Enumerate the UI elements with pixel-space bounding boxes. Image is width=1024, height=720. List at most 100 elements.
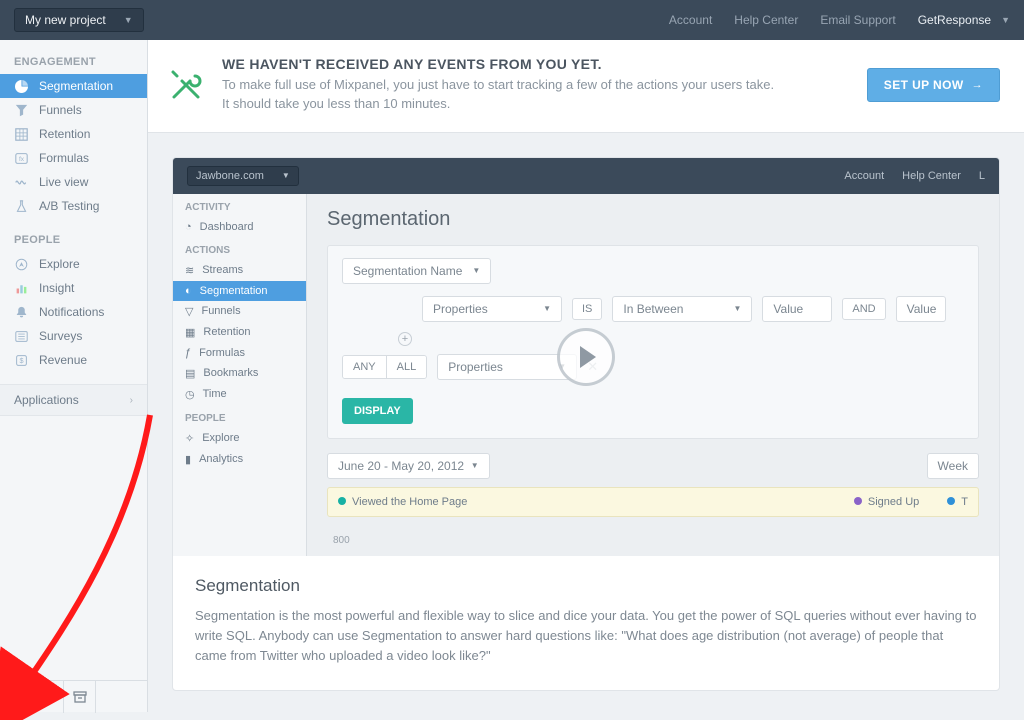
shot-item-time: ◷Time xyxy=(173,384,306,405)
shot-project-select: Jawbone.com ▼ xyxy=(187,166,299,186)
bell-icon xyxy=(14,306,29,319)
stream-icon: ≋ xyxy=(185,264,194,277)
chevron-down-icon: ▼ xyxy=(124,15,133,25)
topbar-right: Account Help Center Email Support GetRes… xyxy=(669,13,1010,27)
gear-icon xyxy=(8,689,24,705)
shot-heading-people: PEOPLE xyxy=(173,405,306,428)
nav-help-center[interactable]: Help Center xyxy=(734,13,798,27)
clock-icon: ◷ xyxy=(185,388,195,401)
sidebar-item-ab-testing[interactable]: A/B Testing xyxy=(0,194,147,218)
flask-icon xyxy=(14,200,29,213)
card-heading: Segmentation xyxy=(195,576,977,596)
shot-nav-account: Account xyxy=(844,170,884,182)
sidebar-item-live-view[interactable]: Live view xyxy=(0,170,147,194)
sidebar-item-label: Notifications xyxy=(39,305,104,319)
sidebar-applications[interactable]: Applications › xyxy=(0,384,147,416)
sidebar-item-surveys[interactable]: Surveys xyxy=(0,324,147,348)
sidebar-item-label: Insight xyxy=(39,281,74,295)
sidebar-heading-people: PEOPLE xyxy=(0,228,147,252)
bookmark-icon: ▤ xyxy=(185,367,195,380)
user-plus-icon xyxy=(40,689,56,705)
shot-heading-actions: ACTIONS xyxy=(173,237,306,260)
shot-seg-name: Segmentation Name▼ xyxy=(342,258,491,284)
grid-icon: ▦ xyxy=(185,326,195,339)
shot-is: IS xyxy=(572,298,602,320)
bars-icon: ▮ xyxy=(185,453,191,466)
topbar: My new project ▼ Account Help Center Ema… xyxy=(0,0,1024,40)
arrow-right-icon: → xyxy=(972,79,983,91)
sidebar-item-retention[interactable]: Retention xyxy=(0,122,147,146)
dollar-icon: $ xyxy=(14,354,29,367)
tools-icon xyxy=(168,67,204,103)
setup-now-button[interactable]: SET UP NOW → xyxy=(867,68,1000,102)
gauge-icon: ◔ xyxy=(185,221,192,233)
sidebar-item-label: Explore xyxy=(39,257,80,271)
shot-item-formulas: ƒFormulas xyxy=(173,343,306,363)
shot-nav-partial: L xyxy=(979,170,985,182)
sidebar-item-label: A/B Testing xyxy=(39,199,99,213)
project-selector[interactable]: My new project ▼ xyxy=(14,8,144,32)
sidebar-item-insight[interactable]: Insight xyxy=(0,276,147,300)
archive-button[interactable] xyxy=(64,681,96,713)
shot-item-funnels: ▽Funnels xyxy=(173,301,306,322)
banner-title: WE HAVEN'T RECEIVED ANY EVENTS FROM YOU … xyxy=(222,56,849,72)
pie-icon xyxy=(14,80,29,93)
shot-nav-help: Help Center xyxy=(902,170,961,182)
compass-icon xyxy=(14,258,29,271)
sidebar-item-formulas[interactable]: fx Formulas xyxy=(0,146,147,170)
settings-button[interactable] xyxy=(0,681,32,713)
shot-main: Segmentation Segmentation Name▼ Properti… xyxy=(307,194,999,556)
add-user-button[interactable] xyxy=(32,681,64,713)
shot-legend: Viewed the Home Page Signed Up T xyxy=(327,487,979,517)
sidebar-item-revenue[interactable]: $ Revenue xyxy=(0,348,147,372)
sidebar-item-notifications[interactable]: Notifications xyxy=(0,300,147,324)
sidebar-item-segmentation[interactable]: Segmentation xyxy=(0,74,147,98)
chevron-right-icon: › xyxy=(130,395,133,406)
shot-title: Segmentation xyxy=(327,208,979,231)
shot-value-1: Value xyxy=(762,296,832,322)
shot-sidebar: ACTIVITY ◔Dashboard ACTIONS ≋Streams ◐Se… xyxy=(173,194,307,556)
bars-icon xyxy=(14,282,29,295)
funnel-icon: ▽ xyxy=(185,305,193,318)
content: WE HAVEN'T RECEIVED ANY EVENTS FROM YOU … xyxy=(148,40,1024,712)
list-icon xyxy=(14,330,29,343)
video-thumbnail: Jawbone.com ▼ Account Help Center L ACTI… xyxy=(173,158,999,556)
sidebar-item-label: Surveys xyxy=(39,329,82,343)
shot-item-streams: ≋Streams xyxy=(173,260,306,281)
shot-date-range: June 20 - May 20, 2012 ▼ xyxy=(327,453,490,479)
shot-item-dashboard: ◔Dashboard xyxy=(173,217,306,237)
grid-icon xyxy=(14,128,29,141)
shot-between: In Between▼ xyxy=(612,296,752,322)
shot-heading-activity: ACTIVITY xyxy=(173,194,306,217)
compass-icon: ✧ xyxy=(185,432,194,445)
archive-icon xyxy=(72,689,88,705)
sidebar-item-label: Funnels xyxy=(39,103,82,117)
setup-banner: WE HAVEN'T RECEIVED ANY EVENTS FROM YOU … xyxy=(148,40,1024,133)
sidebar-item-label: Segmentation xyxy=(39,79,113,93)
shot-item-segmentation: ◐Segmentation xyxy=(173,281,306,301)
svg-text:fx: fx xyxy=(19,155,25,162)
play-button[interactable] xyxy=(557,328,615,386)
nav-email-support[interactable]: Email Support xyxy=(820,13,895,27)
shot-item-retention: ▦Retention xyxy=(173,322,306,343)
sidebar-item-funnels[interactable]: Funnels xyxy=(0,98,147,122)
sidebar-item-explore[interactable]: Explore xyxy=(0,252,147,276)
formula-icon: fx xyxy=(14,152,29,165)
sidebar: ENGAGEMENT Segmentation Funnels Retentio… xyxy=(0,40,148,712)
shot-item-bookmarks: ▤Bookmarks xyxy=(173,363,306,384)
sidebar-heading-engagement: ENGAGEMENT xyxy=(0,50,147,74)
shot-properties-1: Properties▼ xyxy=(422,296,562,322)
shot-any-all: ANY ALL xyxy=(342,355,427,379)
nav-account[interactable]: Account xyxy=(669,13,712,27)
shot-item-analytics: ▮Analytics xyxy=(173,449,306,470)
shot-project-name: Jawbone.com xyxy=(196,170,264,182)
intro-card: Jawbone.com ▼ Account Help Center L ACTI… xyxy=(172,157,1000,691)
user-menu[interactable]: GetResponse ▼ xyxy=(918,13,1010,27)
sidebar-item-label: Formulas xyxy=(39,151,89,165)
plus-icon: + xyxy=(398,332,412,346)
shot-value-2: Value xyxy=(896,296,946,322)
setup-now-label: SET UP NOW xyxy=(884,78,964,92)
chevron-down-icon: ▼ xyxy=(1001,15,1010,25)
funnel-icon xyxy=(14,104,29,117)
sidebar-item-label: Retention xyxy=(39,127,90,141)
